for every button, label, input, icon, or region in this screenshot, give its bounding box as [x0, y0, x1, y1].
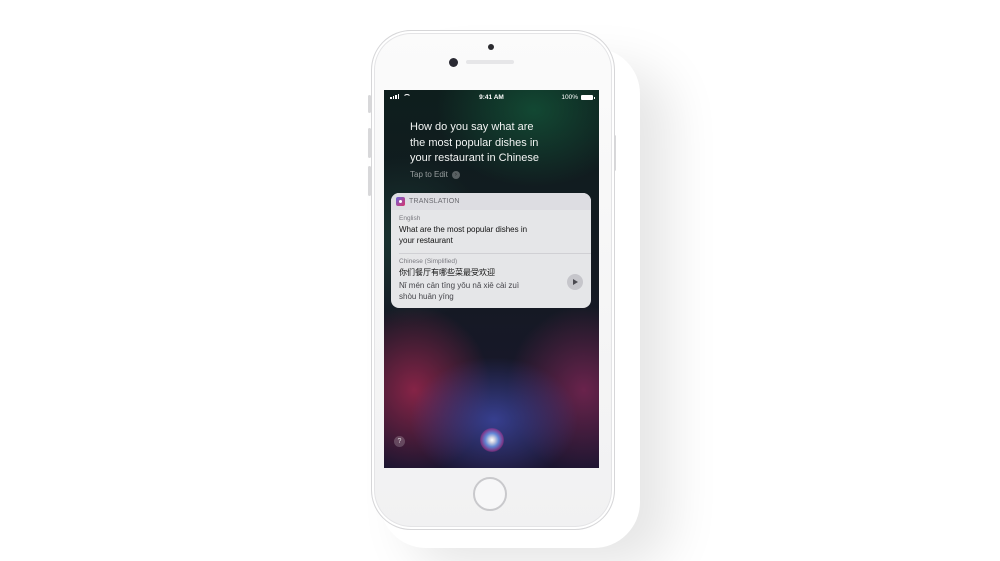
- siri-screen: 9:41 AM 100% How do you say what are the…: [384, 90, 599, 468]
- source-text-line: What are the most popular dishes in: [399, 225, 528, 234]
- query-line: your restaurant in Chinese: [410, 152, 540, 164]
- siri-query[interactable]: How do you say what are the most popular…: [410, 120, 580, 167]
- status-bar: 9:41 AM 100%: [384, 90, 599, 104]
- query-line: How do you say what are: [410, 121, 534, 133]
- query-line: the most popular dishes in: [410, 136, 539, 149]
- section-divider: [399, 253, 591, 254]
- pinyin-line: Nǐ mén cān tīng yǒu nǎ xiē cài zuì: [399, 281, 520, 290]
- source-text-line: your restaurant: [399, 235, 453, 245]
- proximity-sensor: [488, 44, 494, 50]
- source-text: What are the most popular dishes in your…: [399, 225, 527, 246]
- card-title: TRANSLATION: [409, 198, 460, 205]
- target-text: 你们餐厅有哪些菜最受欢迎: [399, 268, 495, 279]
- tap-to-edit-label: Tap to Edit: [410, 170, 448, 179]
- status-right: 100%: [561, 94, 595, 101]
- play-icon[interactable]: [567, 274, 583, 290]
- pinyin-line: shòu huān yíng: [399, 292, 454, 301]
- tap-to-edit[interactable]: Tap to Edit ›: [410, 170, 460, 179]
- earpiece-speaker: [466, 60, 514, 64]
- battery-percent: 100%: [561, 94, 578, 101]
- home-button[interactable]: [473, 477, 507, 511]
- translation-app-icon: [396, 197, 405, 206]
- help-button[interactable]: ?: [394, 436, 405, 447]
- siri-orb-icon[interactable]: [480, 428, 504, 452]
- battery-icon: [581, 95, 595, 100]
- target-language-label: Chinese (Simplified): [399, 258, 458, 265]
- chevron-right-icon: ›: [451, 170, 460, 179]
- card-header: TRANSLATION: [391, 193, 591, 210]
- target-text-line: 你们餐厅有哪些菜最受欢迎: [399, 268, 495, 277]
- front-camera: [449, 58, 458, 67]
- product-shot: 9:41 AM 100% How do you say what are the…: [0, 0, 1000, 561]
- translation-card[interactable]: TRANSLATION English What are the most po…: [391, 193, 591, 308]
- pinyin-text: Nǐ mén cān tīng yǒu nǎ xiē cài zuì shòu …: [399, 280, 519, 302]
- source-language-label: English: [399, 215, 421, 222]
